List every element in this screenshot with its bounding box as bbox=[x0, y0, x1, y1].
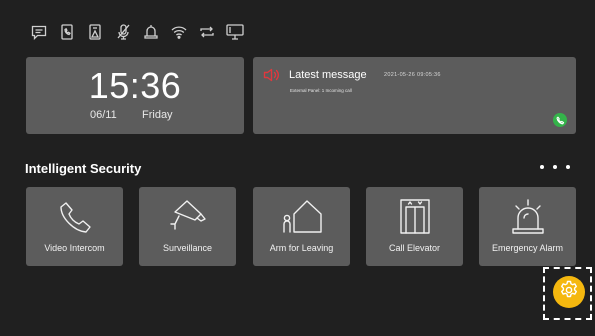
clock-card: 15:36 06/11 Friday bbox=[26, 57, 244, 134]
tile-label: Video Intercom bbox=[44, 243, 105, 253]
message-body: External Panel: 1 Incoming call bbox=[290, 88, 352, 93]
tile-label: Call Elevator bbox=[388, 243, 441, 253]
section-title: Intelligent Security bbox=[25, 161, 142, 176]
door-phone-icon[interactable] bbox=[58, 23, 76, 41]
message-title: Latest message bbox=[289, 69, 367, 81]
more-dot bbox=[553, 165, 557, 169]
clock-date: 06/11 bbox=[90, 109, 117, 121]
tile-label: Arm for Leaving bbox=[269, 243, 334, 253]
gear-icon bbox=[559, 280, 579, 305]
more-button[interactable] bbox=[540, 160, 570, 174]
clock-weekday: Friday bbox=[142, 109, 173, 121]
camera-icon bbox=[139, 198, 236, 234]
tile-label: Surveillance bbox=[162, 243, 213, 253]
siren-icon bbox=[479, 198, 576, 234]
latest-message-card[interactable]: Latest message 2021-05-26 09:05:36 Exter… bbox=[253, 57, 576, 134]
house-person-icon bbox=[253, 198, 350, 234]
more-dot bbox=[540, 165, 544, 169]
status-bar bbox=[30, 23, 244, 41]
elevator-icon bbox=[366, 198, 463, 234]
clock-time: 15:36 bbox=[88, 65, 182, 106]
video-intercom-tile[interactable]: Video Intercom bbox=[26, 187, 123, 266]
message-timestamp: 2021-05-26 09:05:36 bbox=[384, 72, 441, 78]
alarm-bell-icon[interactable] bbox=[142, 23, 160, 41]
call-icon[interactable] bbox=[553, 113, 567, 127]
speaker-icon bbox=[263, 68, 281, 87]
arm-for-leaving-tile[interactable]: Arm for Leaving bbox=[253, 187, 350, 266]
more-dot bbox=[566, 165, 570, 169]
monitor-icon[interactable] bbox=[226, 23, 244, 41]
call-elevator-tile[interactable]: Call Elevator bbox=[366, 187, 463, 266]
mute-mic-icon[interactable] bbox=[114, 23, 132, 41]
emergency-alarm-tile[interactable]: Emergency Alarm bbox=[479, 187, 576, 266]
phone-icon bbox=[26, 198, 123, 234]
wifi-icon[interactable] bbox=[170, 23, 188, 41]
sync-icon[interactable] bbox=[198, 23, 216, 41]
surveillance-tile[interactable]: Surveillance bbox=[139, 187, 236, 266]
tile-label: Emergency Alarm bbox=[491, 243, 564, 253]
settings-button[interactable] bbox=[553, 276, 585, 308]
message-icon[interactable] bbox=[30, 23, 48, 41]
door-sensor-icon[interactable] bbox=[86, 23, 104, 41]
